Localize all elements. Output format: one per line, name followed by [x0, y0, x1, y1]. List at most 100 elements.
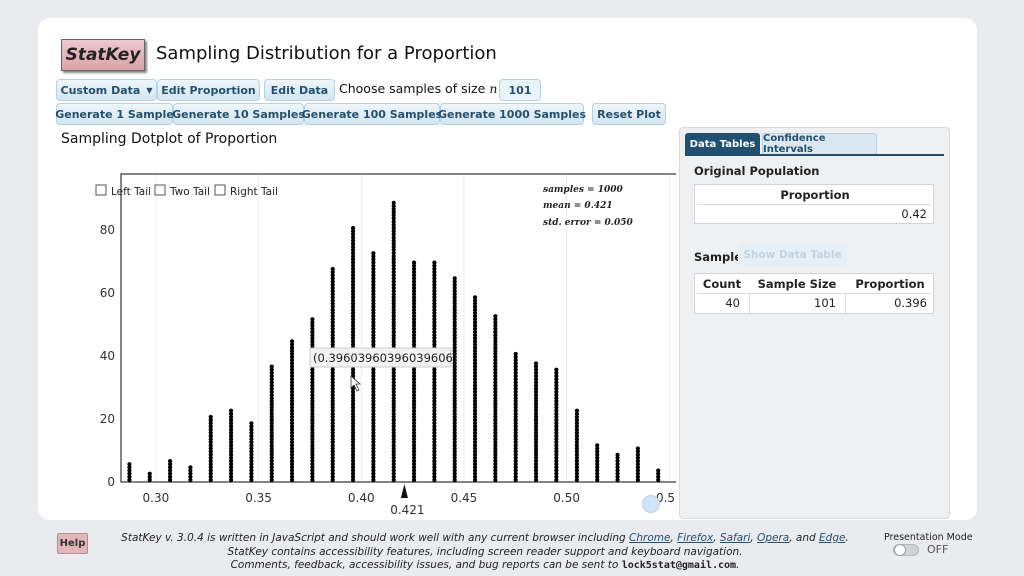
page-title: Sampling Distribution for a Proportion — [156, 43, 497, 64]
dot — [391, 200, 396, 205]
two-tail-checkbox[interactable] — [154, 184, 166, 196]
right-tail-checkbox[interactable] — [214, 184, 226, 196]
left-tail-label: Left Tail — [111, 186, 151, 198]
dot-column[interactable] — [249, 421, 254, 483]
floating-action-circle[interactable] — [642, 495, 660, 513]
dot — [228, 408, 234, 413]
stat-mean: mean = 0.421 — [543, 201, 613, 211]
footer-and: and — [795, 532, 816, 544]
dot — [147, 471, 152, 476]
sample-proportion-value: 0.396 — [894, 296, 927, 310]
x-tick-label: 0.40 — [348, 491, 375, 505]
dot-column[interactable] — [432, 260, 437, 483]
stat-samples: samples = 1000 — [543, 185, 624, 195]
original-population-label: Original Population — [694, 164, 820, 178]
edit-proportion-button[interactable]: Edit Proportion — [157, 79, 260, 101]
dot-column[interactable] — [127, 462, 132, 483]
dot — [615, 452, 620, 457]
dot-column[interactable] — [554, 367, 559, 483]
y-tick-label: 0 — [107, 475, 115, 489]
presentation-mode-toggle[interactable] — [893, 544, 919, 556]
dot — [574, 408, 579, 413]
y-tick-label: 40 — [100, 349, 115, 363]
y-tick-label: 60 — [100, 286, 115, 300]
dot-column[interactable] — [493, 314, 498, 483]
dot — [371, 251, 376, 256]
plot-title: Sampling Dotplot of Proportion — [61, 131, 278, 147]
link-chrome[interactable]: Chrome — [629, 532, 670, 544]
generate-1-sample-button[interactable]: Generate 1 Sample — [55, 103, 174, 125]
custom-data-dropdown[interactable]: Custom Data ▼ — [56, 79, 157, 101]
dot-column[interactable] — [330, 266, 335, 483]
toggle-knob — [894, 544, 906, 556]
y-tick-label: 20 — [100, 412, 115, 426]
presentation-mode-label: Presentation Mode — [884, 532, 973, 543]
dot-column[interactable] — [411, 260, 417, 483]
dot-column[interactable] — [472, 295, 478, 483]
dot-column[interactable] — [615, 452, 620, 483]
dot-column[interactable] — [513, 351, 518, 483]
dot — [350, 225, 356, 231]
x-tick-label: 0.45 — [451, 491, 478, 505]
right-tail-option[interactable]: Right Tail — [214, 184, 278, 198]
left-tail-option[interactable]: Left Tail — [95, 184, 151, 198]
generate-1000-samples-button[interactable]: Generate 1000 Samples — [438, 103, 586, 125]
mean-marker-icon — [400, 484, 408, 498]
sample-header-count: Count — [702, 277, 742, 291]
dot-column[interactable] — [656, 468, 661, 483]
generate-10-samples-button[interactable]: Generate 10 Samples — [172, 103, 305, 125]
dot-column[interactable] — [452, 276, 457, 483]
dot-column[interactable] — [289, 339, 295, 483]
footer-email[interactable]: lock5stat@gmail.com — [622, 560, 736, 571]
statkey-logo[interactable]: StatKey — [61, 39, 145, 71]
dot-column[interactable] — [188, 465, 193, 483]
reset-plot-button[interactable]: Reset Plot — [592, 103, 666, 125]
dot-column[interactable] — [595, 443, 600, 483]
left-tail-checkbox[interactable] — [95, 184, 107, 196]
dot-column[interactable] — [533, 361, 539, 483]
dot-column[interactable] — [635, 446, 640, 483]
sample-size-variable: n — [489, 81, 498, 96]
dot — [595, 443, 600, 448]
link-safari[interactable]: Safari — [720, 532, 750, 544]
sample-size-prompt-text: Choose samples of size — [339, 81, 486, 96]
tab-confidence-intervals[interactable]: Confidence Intervals — [762, 133, 877, 155]
dot — [656, 468, 661, 473]
original-header-proportion: Proportion — [780, 188, 850, 202]
link-firefox[interactable]: Firefox — [677, 532, 713, 544]
sampling-dotplot: 020406080 0.300.350.400.450.500.55 Left … — [95, 173, 676, 514]
dot-column[interactable] — [147, 471, 152, 483]
footer-contact-text: Comments, feedback, accessibility issues… — [230, 559, 619, 571]
link-opera[interactable]: Opera — [757, 532, 789, 544]
sample-size-input[interactable]: 101 — [499, 79, 541, 101]
dot-column[interactable] — [228, 408, 234, 483]
dot-column[interactable] — [391, 200, 396, 483]
sample-size-value: 101 — [814, 296, 836, 310]
dot-column[interactable] — [208, 414, 213, 483]
dot — [208, 414, 213, 420]
generate-100-samples-button[interactable]: Generate 100 Samples — [302, 103, 442, 125]
sample-label: Sample — [694, 250, 742, 264]
dot — [167, 459, 173, 464]
dot-column[interactable] — [269, 364, 274, 483]
dot — [533, 361, 539, 366]
sample-header-size: Sample Size — [757, 277, 837, 291]
footer-browser-intro: StatKey v. 3.0.4 is written in JavaScrip… — [121, 532, 626, 544]
dot — [493, 314, 498, 319]
dot-column[interactable] — [310, 317, 315, 483]
y-tick-label: 80 — [100, 223, 115, 237]
hover-tooltip: (0.39603960396039606) — [309, 347, 457, 368]
data-tables-panel: Data Tables Confidence Intervals Origina… — [679, 127, 950, 519]
tab-data-tables[interactable]: Data Tables — [685, 133, 760, 155]
dot — [188, 465, 193, 470]
link-edge[interactable]: Edge — [819, 532, 845, 544]
footer-text: StatKey v. 3.0.4 is written in JavaScrip… — [120, 532, 850, 573]
show-data-table-button[interactable]: Show Data Table — [738, 244, 847, 266]
tooltip-text: (0.39603960396039606) — [313, 351, 457, 365]
edit-data-button[interactable]: Edit Data — [264, 79, 335, 101]
help-button[interactable]: Help — [57, 533, 88, 554]
x-tick-label: 0.35 — [245, 491, 272, 505]
dot-column[interactable] — [574, 408, 579, 483]
two-tail-option[interactable]: Two Tail — [154, 184, 210, 198]
dot-column[interactable] — [167, 459, 173, 483]
